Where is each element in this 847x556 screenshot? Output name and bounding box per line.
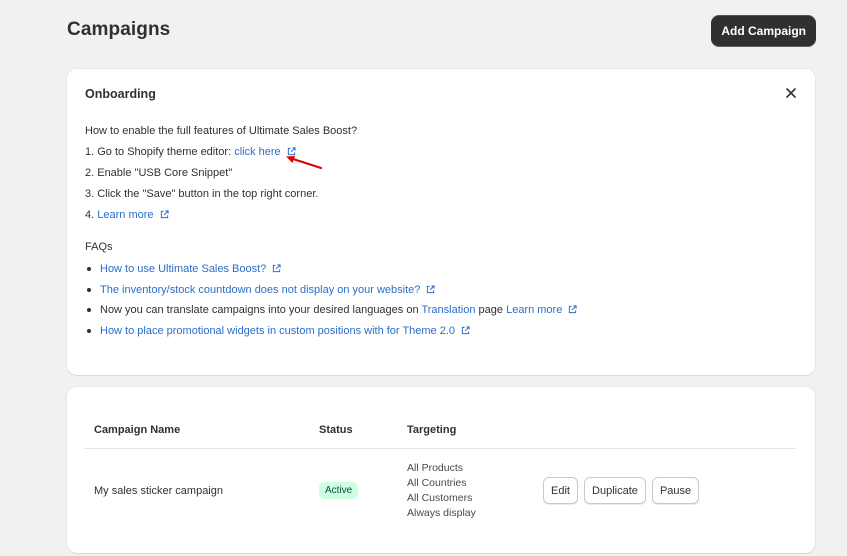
page-header: Campaigns Add Campaign (67, 15, 816, 46)
external-link-icon[interactable] (426, 281, 436, 302)
red-arrow-annotation (286, 156, 323, 170)
faq-link-widgets[interactable]: How to place promotional widgets in cust… (100, 325, 455, 337)
onboarding-intro: How to enable the full features of Ultim… (85, 125, 358, 137)
table-header-row: Campaign Name Status Targeting (85, 413, 796, 449)
translation-link[interactable]: Translation (421, 304, 475, 316)
add-campaign-button[interactable]: Add Campaign (711, 15, 816, 46)
step-4-text: 4. (85, 209, 95, 221)
external-link-icon[interactable] (461, 322, 470, 343)
onboarding-card: Onboarding How to enable the full featur… (67, 69, 815, 375)
faq-item: How to use Ultimate Sales Boost? (85, 259, 577, 280)
external-link-icon[interactable] (160, 206, 169, 227)
faq-translate-page-text: page (478, 304, 504, 317)
header-targeting: Targeting (398, 413, 534, 449)
onboarding-body: How to enable the full features of Ultim… (85, 121, 577, 341)
external-link-icon[interactable] (272, 260, 281, 281)
theme-editor-link[interactable]: click here (234, 146, 280, 158)
targeting-item: All Customers (407, 491, 473, 504)
page-title: Campaigns (67, 19, 171, 40)
duplicate-button[interactable]: Duplicate (584, 477, 646, 505)
faqs-title: FAQs (85, 241, 113, 253)
targeting-item: All Products (407, 461, 464, 474)
table-row: My sales sticker campaign Active All Pro… (85, 448, 796, 533)
pause-button[interactable]: Pause (651, 477, 700, 505)
faq-item: Now you can translate campaigns into you… (85, 300, 577, 321)
faq-translate-text: Now you can translate campaigns into you… (100, 304, 419, 317)
step-2: 2. Enable "USB Core Snippet" (85, 167, 233, 179)
step-1: 1. Go to Shopify theme editor: click her… (85, 142, 577, 163)
campaigns-table: Campaign Name Status Targeting My sales … (85, 413, 796, 533)
close-icon[interactable] (783, 85, 799, 101)
status-badge: Active (319, 482, 359, 500)
header-status: Status (310, 413, 398, 449)
faq-item: The inventory/stock countdown does not d… (85, 280, 577, 301)
learn-more-link[interactable]: Learn more (97, 209, 153, 221)
header-campaign-name: Campaign Name (85, 413, 310, 449)
onboarding-title: Onboarding (85, 87, 156, 101)
campaign-name: My sales sticker campaign (94, 484, 223, 497)
targeting-cell: All Products All Countries All Customers… (398, 448, 534, 533)
campaigns-table-card: Campaign Name Status Targeting My sales … (67, 387, 815, 553)
faq-item: How to place promotional widgets in cust… (85, 321, 577, 342)
status-cell: Active (310, 448, 398, 533)
step-3: 3. Click the "Save" button in the top ri… (85, 188, 319, 200)
faq-learn-more-link[interactable]: Learn more (506, 304, 562, 316)
external-link-icon[interactable] (568, 301, 577, 322)
step-1-text: 1. Go to Shopify theme editor: (85, 146, 232, 158)
actions-cell: Edit Duplicate Pause (534, 448, 796, 533)
header-actions (534, 413, 796, 449)
targeting-item: All Countries (407, 476, 467, 489)
faq-list: How to use Ultimate Sales Boost? The inv… (85, 259, 577, 341)
faq-link-countdown[interactable]: The inventory/stock countdown does not d… (100, 284, 420, 296)
edit-button[interactable]: Edit (543, 477, 578, 505)
faq-link-how-to-use[interactable]: How to use Ultimate Sales Boost? (100, 263, 266, 275)
step-4: 4. Learn more (85, 205, 577, 226)
targeting-item: Always display (407, 506, 476, 519)
